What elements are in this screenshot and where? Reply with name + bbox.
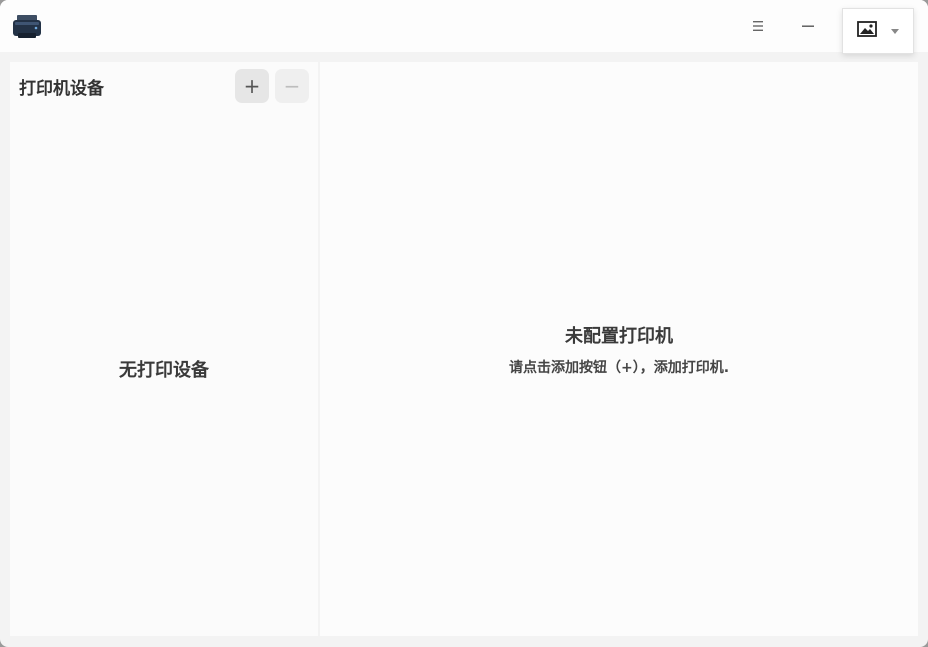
empty-state-title: 未配置打印机 bbox=[565, 326, 673, 347]
printer-list-panel: 打印机设备 + − 无打印设备 bbox=[10, 62, 318, 636]
image-icon bbox=[857, 21, 877, 41]
remove-printer-button[interactable]: − bbox=[275, 69, 309, 103]
empty-state-hint: 请点击添加按钮（+），添加打印机. bbox=[508, 360, 730, 376]
empty-list-text: 无打印设备 bbox=[119, 360, 209, 381]
printer-detail-panel: 未配置打印机 请点击添加按钮（+），添加打印机. bbox=[320, 62, 918, 636]
title-bar bbox=[0, 0, 928, 54]
minimize-button[interactable] bbox=[792, 10, 824, 42]
image-dropdown-popup[interactable] bbox=[842, 8, 914, 54]
chevron-down-icon bbox=[891, 28, 899, 34]
panel-title: 打印机设备 bbox=[19, 79, 104, 99]
add-printer-button[interactable]: + bbox=[235, 69, 269, 103]
printer-manager-window: 打印机设备 + − 无打印设备 未配置打印机 请点击添加按钮（+），添加打印机. bbox=[0, 0, 928, 647]
printer-icon bbox=[12, 14, 42, 40]
hamburger-menu-icon[interactable] bbox=[742, 10, 774, 42]
minimize-icon bbox=[802, 25, 814, 27]
